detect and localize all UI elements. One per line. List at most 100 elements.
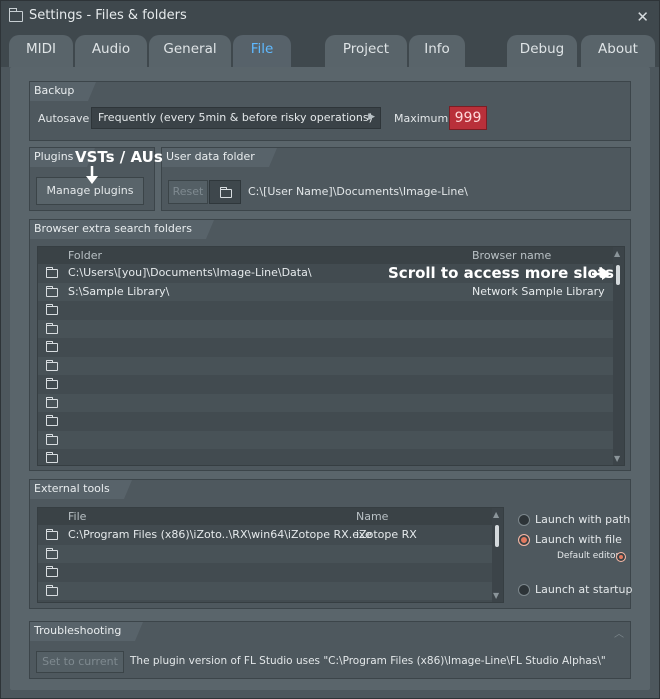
browser-table-header: Folder Browser name [38, 247, 624, 264]
launch-with-path-option[interactable]: Launch with path [518, 513, 631, 529]
arrow-right-icon [592, 268, 611, 280]
chevron-up-icon[interactable]: ▲ [493, 510, 499, 519]
settings-window: Settings - Files & folders ✕ MIDI Audio … [0, 0, 660, 699]
table-row[interactable]: C:\Program Files (x86)\iZoto..\RX\win64\… [38, 526, 493, 544]
troubleshooting-heading: Troubleshooting [30, 622, 144, 641]
external-table-header: File Name [38, 508, 503, 525]
folder-icon [9, 8, 23, 22]
folder-icon[interactable] [45, 359, 58, 371]
chevron-right-icon: ▶ [368, 112, 375, 122]
browser-folders-panel: Browser extra search folders Folder Brow… [29, 219, 631, 471]
launch-at-startup-radio[interactable] [518, 584, 530, 596]
browser-heading: Browser extra search folders [30, 220, 214, 239]
browser-scrollbar[interactable]: ▲ ▼ [613, 247, 624, 465]
user-data-panel: User data folder Reset C:\[User Name]\Do… [161, 147, 631, 211]
tab-midi[interactable]: MIDI [9, 35, 73, 67]
maximum-label: Maximum [394, 112, 449, 125]
external-tools-panel: External tools File Name C:\Program File… [29, 479, 632, 609]
troubleshooting-message: The plugin version of FL Studio uses "C:… [130, 655, 606, 667]
autosave-label: Autosave [38, 112, 90, 125]
folder-icon[interactable] [45, 322, 58, 334]
user-data-path: C:\[User Name]\Documents\Image-Line\ [248, 185, 468, 198]
folder-icon [219, 186, 232, 198]
folder-icon[interactable] [45, 266, 58, 278]
scroll-thumb[interactable] [495, 525, 499, 547]
launch-at-startup-option[interactable]: Launch at startup [518, 583, 632, 599]
table-row[interactable] [38, 449, 614, 465]
folder-icon[interactable] [45, 414, 58, 426]
tool-name: iZotope RX [356, 528, 417, 541]
tab-debug[interactable]: Debug [507, 35, 577, 67]
browser-name: Network Sample Library [472, 285, 605, 298]
scroll-annotation: Scroll to access more slots [388, 264, 614, 282]
folder-icon[interactable] [45, 451, 58, 463]
chevron-down-icon[interactable]: ▼ [493, 591, 499, 600]
folder-icon[interactable] [45, 584, 58, 596]
default-editor-label: Default editor [557, 551, 620, 561]
set-to-current-button[interactable]: Set to current [36, 651, 124, 673]
arrow-down-icon [86, 166, 98, 184]
folder-icon[interactable] [45, 433, 58, 445]
default-editor-radio[interactable] [616, 552, 626, 562]
tab-info[interactable]: Info [409, 35, 465, 67]
table-row[interactable]: S:\Sample Library\ Network Sample Library [38, 283, 614, 301]
chevron-up-icon[interactable]: ︿ [614, 625, 624, 640]
tool-file: C:\Program Files (x86)\iZoto..\RX\win64\… [68, 528, 372, 541]
tab-bar: MIDI Audio General File Project Info Deb… [1, 33, 659, 70]
folder-icon[interactable] [45, 565, 58, 577]
table-row[interactable] [38, 545, 493, 563]
tab-project[interactable]: Project [325, 35, 407, 67]
backup-panel: Backup Autosave Frequently (every 5min &… [29, 81, 631, 141]
autosave-value: Frequently (every 5min & before risky op… [98, 111, 373, 124]
tab-general[interactable]: General [149, 35, 231, 67]
table-row[interactable] [38, 357, 614, 375]
folder-icon[interactable] [45, 285, 58, 297]
launch-with-file-option[interactable]: Launch with file [518, 533, 628, 549]
tab-file[interactable]: File [233, 35, 291, 70]
table-row[interactable] [38, 301, 614, 319]
folder-icon[interactable] [45, 303, 58, 315]
external-heading: External tools [30, 480, 132, 499]
launch-with-file-label: Launch with file [535, 533, 622, 546]
launch-with-path-radio[interactable] [518, 514, 530, 526]
folder-icon[interactable] [45, 396, 58, 408]
launch-at-startup-label: Launch at startup [535, 583, 633, 596]
tab-about[interactable]: About [581, 35, 655, 67]
table-row[interactable] [38, 375, 614, 393]
troubleshooting-panel: Troubleshooting ︿ Set to current The plu… [29, 621, 631, 679]
folder-icon[interactable] [45, 528, 58, 540]
title-bar: Settings - Files & folders ✕ [1, 1, 659, 33]
reset-button[interactable]: Reset [168, 180, 208, 204]
maximum-value[interactable]: 999 [449, 106, 487, 130]
chevron-down-icon[interactable]: ▼ [614, 454, 620, 463]
table-row[interactable] [38, 582, 493, 600]
close-icon[interactable]: ✕ [636, 8, 649, 26]
table-row[interactable] [38, 431, 614, 449]
folder-path: S:\Sample Library\ [68, 285, 170, 298]
tab-audio[interactable]: Audio [75, 35, 147, 67]
folder-icon[interactable] [45, 340, 58, 352]
table-row[interactable] [38, 412, 614, 430]
folder-icon[interactable] [45, 547, 58, 559]
chevron-up-icon[interactable]: ▲ [614, 249, 620, 258]
external-tools-table: File Name C:\Program Files (x86)\iZoto..… [37, 507, 504, 603]
external-scrollbar[interactable]: ▲ ▼ [492, 508, 503, 602]
table-row[interactable] [38, 563, 493, 581]
column-folder: Folder [68, 249, 102, 262]
folder-icon[interactable] [45, 377, 58, 389]
autosave-dropdown[interactable]: Frequently (every 5min & before risky op… [91, 107, 381, 129]
backup-heading: Backup [30, 82, 97, 101]
table-row[interactable] [38, 338, 614, 356]
column-browser-name: Browser name [472, 249, 552, 262]
folder-path: C:\Users\[you]\Documents\Image-Line\Data… [68, 266, 312, 279]
browse-folder-button[interactable] [209, 180, 241, 204]
window-title: Settings - Files & folders [29, 8, 187, 23]
launch-with-path-label: Launch with path [535, 513, 631, 526]
plugins-annotation: VSTs / AUs [75, 148, 163, 166]
table-row[interactable] [38, 394, 614, 412]
user-data-heading: User data folder [162, 148, 277, 167]
scroll-thumb[interactable] [616, 265, 620, 285]
table-row[interactable] [38, 320, 614, 338]
launch-with-file-radio[interactable] [518, 534, 530, 546]
column-file: File [68, 510, 87, 523]
